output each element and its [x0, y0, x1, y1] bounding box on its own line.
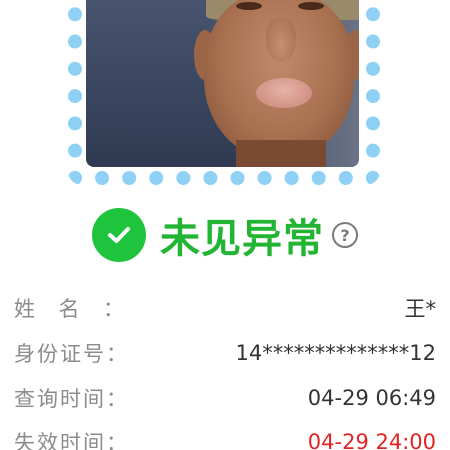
query-time-value: 04-29 06:49 — [307, 386, 436, 410]
info-row-id: 身份证号： 14**************12 — [14, 337, 436, 369]
name-label: 姓 名 ： — [14, 297, 124, 321]
health-code-page: 未见异常 ? 姓 名 ： 王* 身份证号： 14**************12… — [0, 0, 450, 450]
check-circle-icon — [92, 208, 146, 262]
status-text: 未见异常 — [160, 216, 324, 262]
question-circle-icon[interactable]: ? — [332, 222, 358, 248]
info-row-query-time: 查询时间： 04-29 06:49 — [14, 382, 436, 414]
expire-time-label: 失效时间： — [14, 431, 129, 450]
query-time-label: 查询时间： — [14, 387, 129, 411]
info-row-name: 姓 名 ： 王* — [14, 292, 436, 324]
status-row: 未见异常 ? — [0, 205, 450, 265]
expire-time-value: 04-29 24:00 — [307, 430, 436, 450]
user-photo — [86, 0, 359, 167]
info-row-expire-time: 失效时间： 04-29 24:00 — [14, 426, 436, 450]
name-value: 王* — [404, 297, 437, 321]
id-label: 身份证号： — [14, 342, 129, 366]
id-value: 14**************12 — [235, 341, 436, 365]
